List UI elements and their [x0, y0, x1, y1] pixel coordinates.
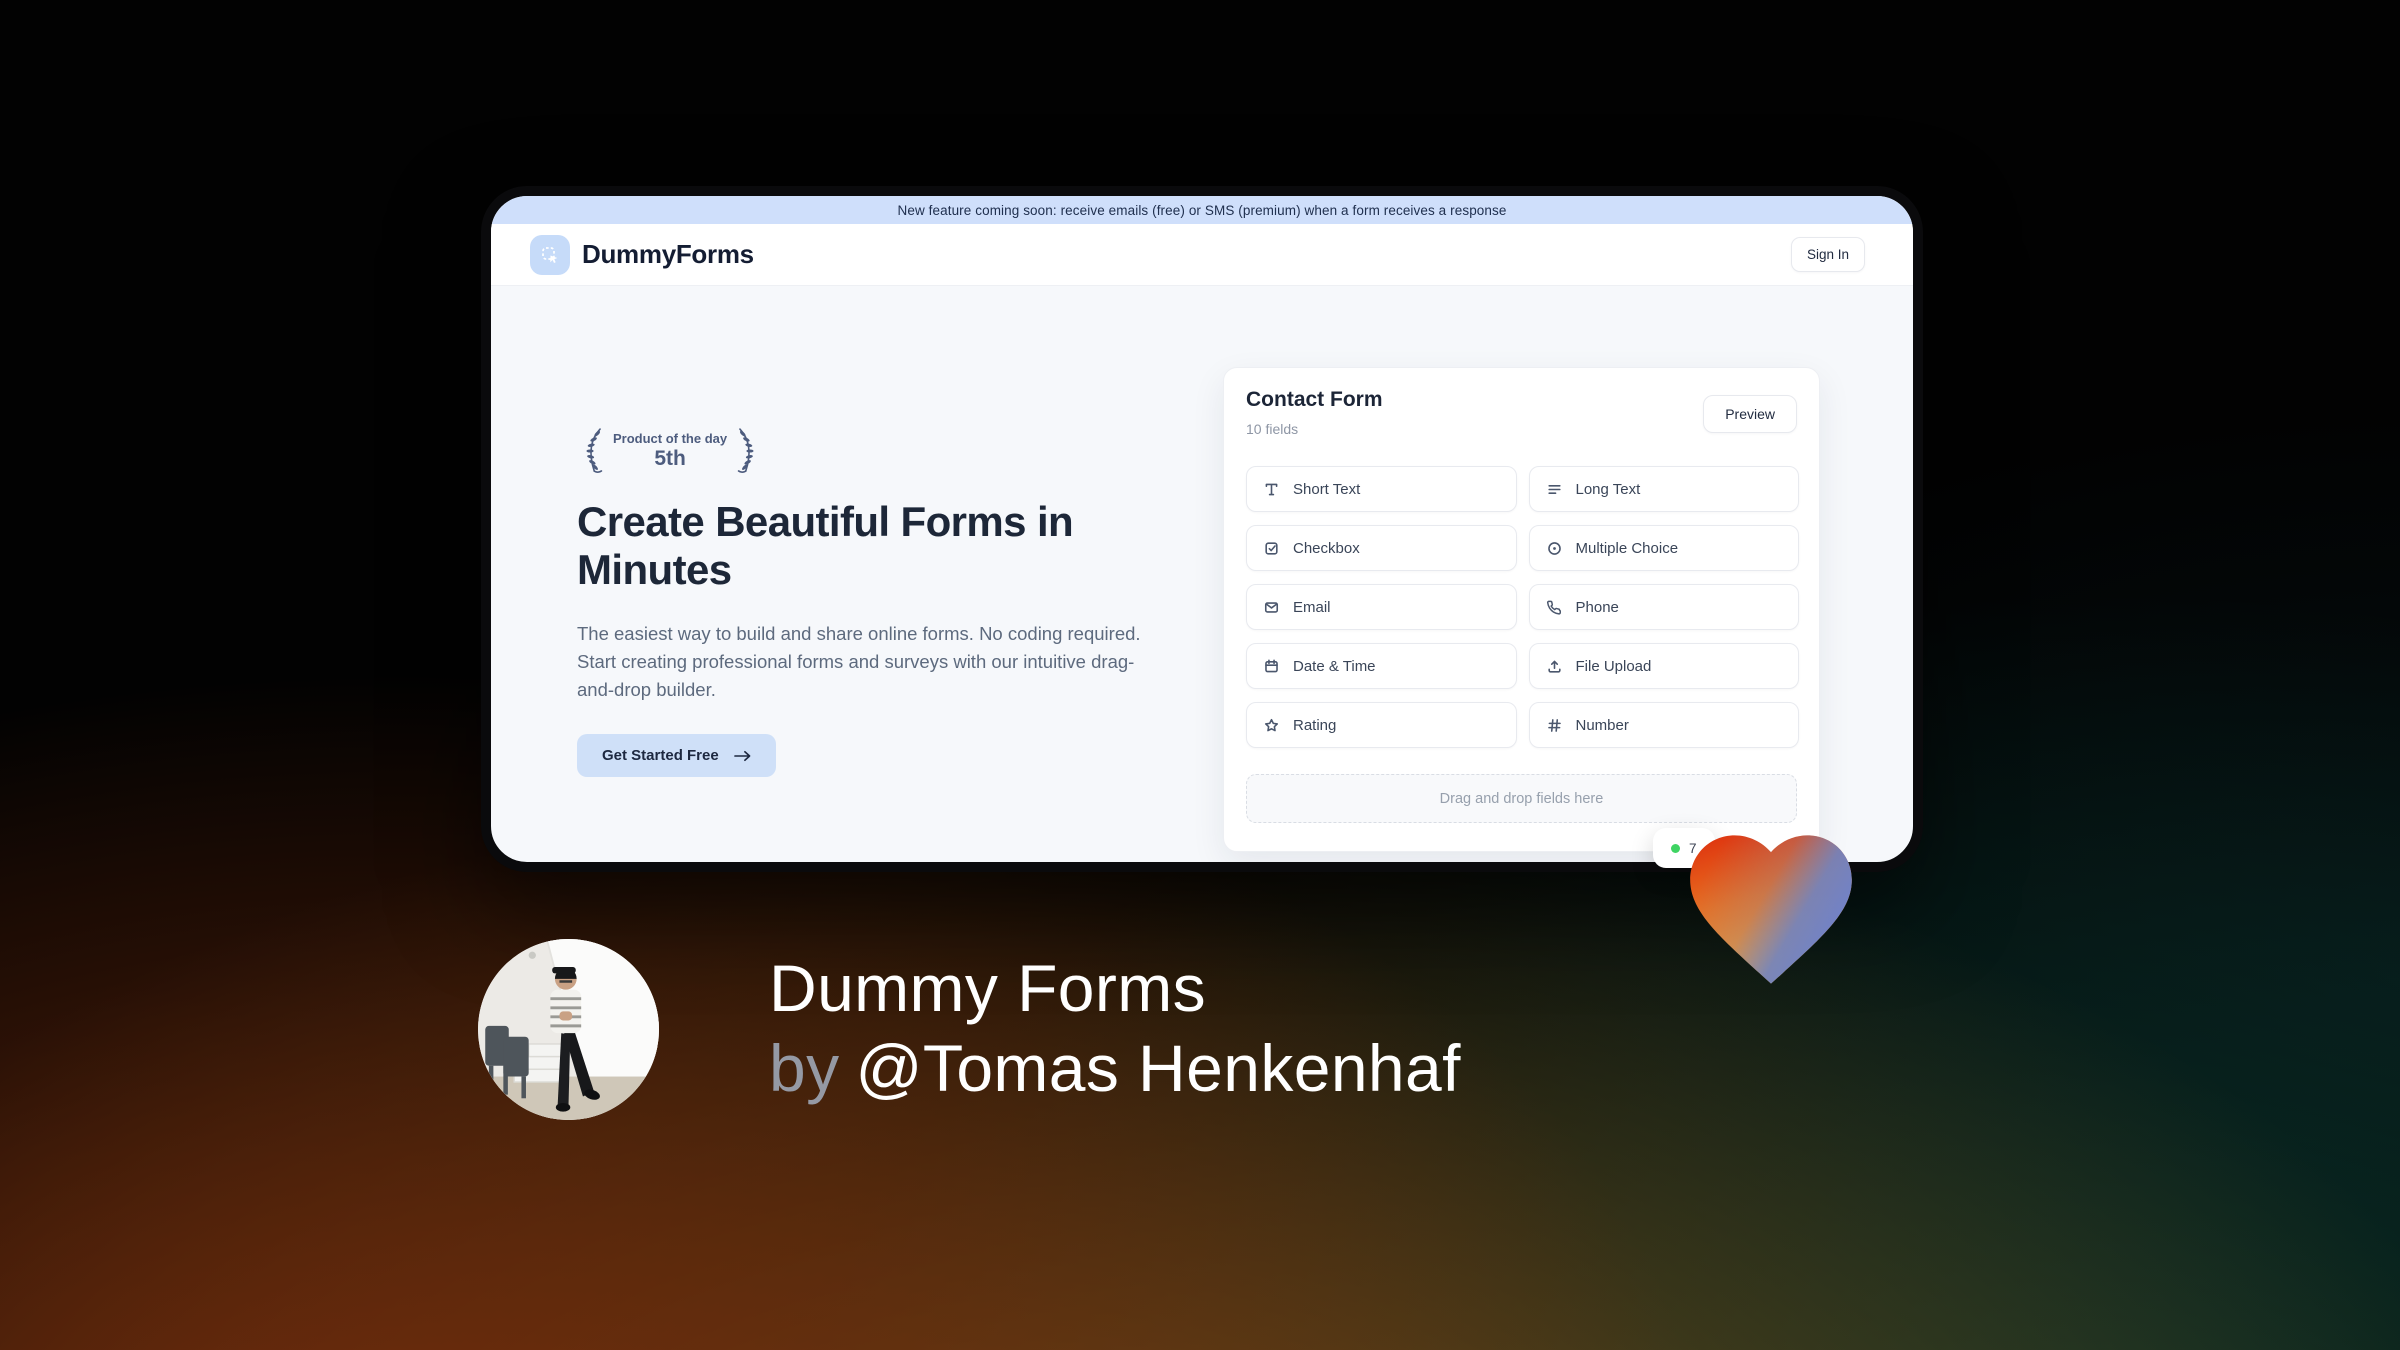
hero-title: Create Beautiful Forms in Minutes: [577, 498, 1074, 593]
laurel-left-icon: [586, 428, 603, 473]
field-tile-label: Number: [1575, 716, 1629, 734]
text-icon: [1263, 481, 1280, 498]
caption-title: Dummy Forms: [769, 951, 1207, 1025]
field-tile-rating[interactable]: Rating: [1246, 702, 1517, 748]
radio-icon: [1546, 540, 1563, 557]
field-tile-phone[interactable]: Phone: [1528, 584, 1799, 630]
caption: Dummy Forms by @Tomas Henkenhaf: [769, 948, 1461, 1108]
caption-author: @Tomas Henkenhaf: [855, 1031, 1461, 1105]
page-background: New feature coming soon: receive emails …: [0, 0, 2400, 1350]
field-tile-label: Multiple Choice: [1575, 539, 1679, 557]
calendar-icon: [1263, 658, 1280, 675]
arrow-right-icon: [733, 750, 751, 761]
upload-icon: [1546, 658, 1563, 675]
field-tile-label: Phone: [1575, 598, 1619, 616]
form-card-field-count: 10 fields: [1246, 421, 1299, 437]
brand-name: DummyForms: [582, 239, 754, 269]
star-icon: [1263, 717, 1280, 734]
checkbox-icon: [1263, 540, 1280, 557]
form-card-title: Contact Form: [1246, 388, 1383, 411]
promo-banner-text: New feature coming soon: receive emails …: [897, 202, 1507, 218]
product-of-the-day-badge: Product of the day 5th: [577, 424, 763, 478]
award-rank: 5th: [654, 447, 686, 470]
form-builder-card: Contact Form 10 fields Preview Short Tex…: [1223, 367, 1820, 852]
site-header: DummyForms Sign In: [491, 224, 1913, 286]
hash-icon: [1546, 717, 1563, 734]
field-tile-label: Checkbox: [1293, 539, 1360, 557]
field-tile-label: Date & Time: [1293, 657, 1376, 675]
sign-in-button[interactable]: Sign In: [1790, 237, 1865, 272]
field-grid: Short Text Long Text Checkbox Multiple Choi…: [1246, 466, 1799, 748]
caption-by: by: [769, 1031, 840, 1105]
gradient-heart-icon: [1690, 835, 1852, 984]
field-tile-short-text[interactable]: Short Text: [1246, 466, 1517, 512]
drag-select-cursor-icon: [530, 234, 570, 275]
phone-icon: [1546, 599, 1563, 616]
promo-banner: New feature coming soon: receive emails …: [491, 196, 1913, 224]
maker-avatar: [478, 939, 659, 1120]
browser-window: New feature coming soon: receive emails …: [481, 186, 1923, 872]
get-started-button[interactable]: Get Started Free: [577, 734, 776, 777]
field-tile-number[interactable]: Number: [1528, 702, 1799, 748]
get-started-label: Get Started Free: [602, 747, 719, 764]
brand-logo[interactable]: DummyForms: [530, 234, 754, 275]
field-tile-checkbox[interactable]: Checkbox: [1246, 525, 1517, 571]
field-tile-label: File Upload: [1575, 657, 1652, 675]
drag-drop-zone-text: Drag and drop fields here: [1439, 790, 1604, 807]
caption-author-line: by @Tomas Henkenhaf: [769, 1028, 1461, 1108]
field-tile-long-text[interactable]: Long Text: [1528, 466, 1799, 512]
hero-description: The easiest way to build and share onlin…: [577, 623, 1141, 700]
field-tile-email[interactable]: Email: [1246, 584, 1517, 630]
laurel-right-icon: [737, 428, 754, 473]
field-tile-file-upload[interactable]: File Upload: [1528, 643, 1799, 689]
award-title: Product of the day: [613, 431, 728, 446]
preview-button[interactable]: Preview: [1703, 395, 1797, 433]
field-tile-label: Rating: [1293, 716, 1337, 734]
field-tile-multiple-choice[interactable]: Multiple Choice: [1528, 525, 1799, 571]
field-tile-label: Long Text: [1575, 480, 1641, 498]
field-tile-label: Email: [1293, 598, 1331, 616]
lines-icon: [1546, 481, 1563, 498]
field-tile-label: Short Text: [1293, 480, 1361, 498]
envelope-icon: [1263, 599, 1280, 616]
field-tile-date-time[interactable]: Date & Time: [1246, 643, 1517, 689]
